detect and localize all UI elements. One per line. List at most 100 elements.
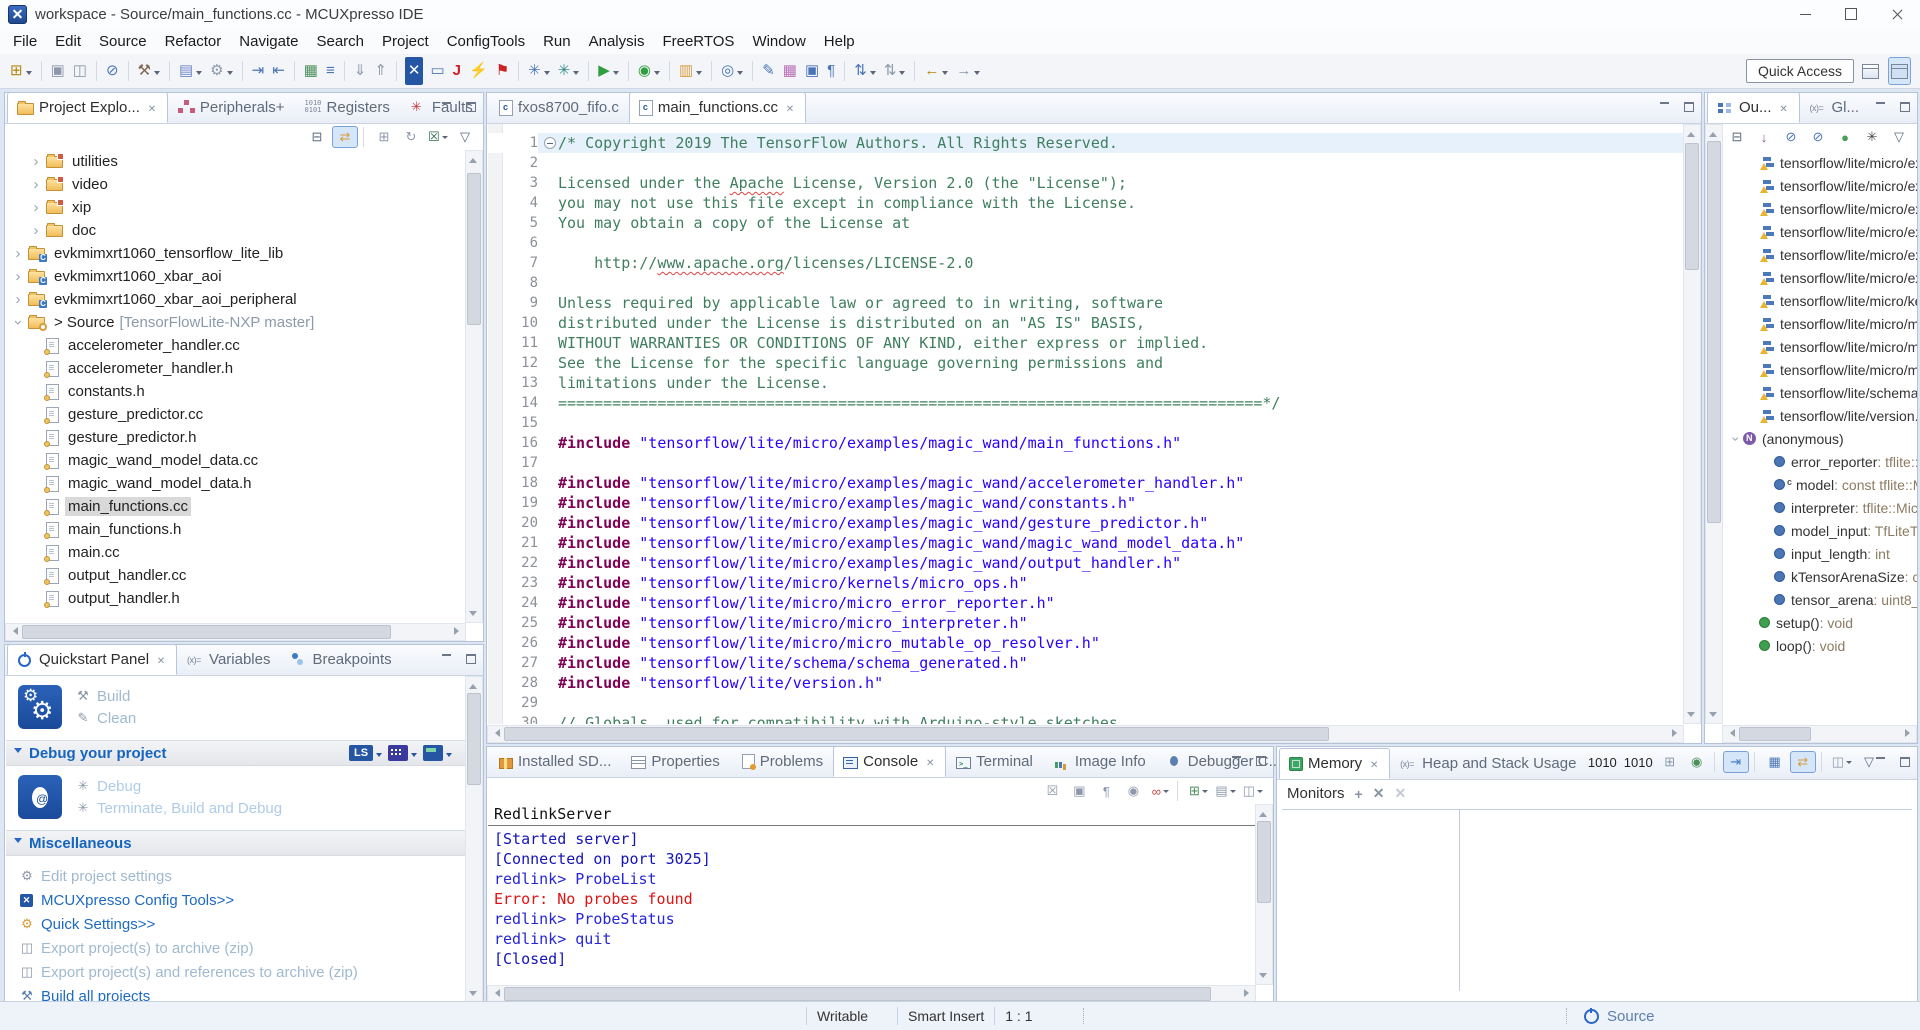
code-line[interactable]: 4you may not use this file except in com…: [488, 193, 1684, 213]
maximize-button[interactable]: [1828, 0, 1874, 28]
project-tree[interactable]: utilitiesvideoxipdocevkmimxrt1060_tensor…: [6, 150, 466, 623]
chevron-down-icon[interactable]: [411, 753, 417, 760]
code-line[interactable]: 23#include "tensorflow/lite/micro/kernel…: [488, 573, 1684, 593]
export-memory-icon[interactable]: 1010: [1586, 752, 1619, 772]
menu-run[interactable]: Run: [534, 30, 580, 53]
menu-analysis[interactable]: Analysis: [580, 30, 654, 53]
insert-mode-status[interactable]: Smart Insert: [908, 1008, 984, 1024]
outline-item-tensorflow-lite-micro-examples-magic-wand-constants-h[interactable]: tensorflow/lite/micro/examples/magic_wan…: [1723, 197, 1917, 220]
link-clean[interactable]: ✎Clean: [74, 710, 136, 727]
hide-non-public-icon[interactable]: ●: [1833, 127, 1857, 147]
scroll-right-icon[interactable]: [1669, 726, 1683, 740]
quickstart-tab-quickstart-panel[interactable]: Quickstart Panel: [7, 644, 177, 675]
probe-badge-grid[interactable]: [388, 745, 408, 761]
project-tree-hscrollbar[interactable]: [5, 623, 466, 641]
tree-item-utilities[interactable]: utilities: [6, 150, 466, 173]
misc-section-header[interactable]: Miscellaneous: [6, 830, 466, 856]
debug-section-header[interactable]: Debug your project LS: [6, 740, 466, 766]
scroll-down-icon[interactable]: [1684, 709, 1698, 723]
code-line[interactable]: 17: [488, 453, 1684, 473]
new-rendering-icon[interactable]: ▦: [1763, 752, 1787, 772]
console-tab-installed-sd[interactable]: Installed SD...: [489, 746, 621, 777]
project-tree-vscrollbar[interactable]: [465, 150, 483, 623]
analysis-icon[interactable]: ✳: [555, 57, 583, 85]
maximize-view-icon[interactable]: [1683, 101, 1695, 112]
open-perspective-icon[interactable]: [1859, 57, 1882, 85]
maximize-view-icon[interactable]: [1255, 755, 1267, 766]
link-build-all-projects[interactable]: ⚒Build all projects: [18, 984, 466, 1002]
refresh-view-icon[interactable]: ↻: [399, 127, 423, 147]
outline-item-model-input[interactable]: model_input : TfLiteTensor*: [1723, 519, 1917, 542]
sort-icon[interactable]: ↓: [1752, 127, 1776, 147]
next-annotation-icon[interactable]: ⇅: [851, 57, 879, 85]
editor-tab-main-functions-cc[interactable]: main_functions.cc: [629, 92, 806, 123]
chevron-down-icon[interactable]: [446, 753, 452, 760]
code-line[interactable]: 16#include "tensorflow/lite/micro/exampl…: [488, 433, 1684, 453]
code-line[interactable]: 7 http://www.apache.org/licenses/LICENSE…: [488, 253, 1684, 273]
link-with-editor-icon[interactable]: ⇄: [332, 126, 358, 148]
fold-icon[interactable]: [542, 133, 558, 153]
tree-item-accelerometer-handler-h[interactable]: accelerometer_handler.h: [6, 357, 466, 380]
close-icon[interactable]: [924, 753, 936, 770]
code-line[interactable]: 19#include "tensorflow/lite/micro/exampl…: [488, 493, 1684, 513]
console-output[interactable]: [Started server][Connected on port 3025]…: [487, 826, 1273, 969]
close-icon[interactable]: [155, 651, 167, 668]
scroll-right-icon[interactable]: [451, 624, 465, 638]
probe-badge-ls[interactable]: LS: [349, 745, 373, 761]
scroll-down-icon[interactable]: [1706, 709, 1720, 723]
chevron-icon[interactable]: [10, 242, 26, 265]
outline-item-setup[interactable]: setup() : void: [1723, 611, 1917, 634]
code-line[interactable]: 2: [488, 153, 1684, 173]
outline-item-tensorflow-lite-schema-schema-generated-h[interactable]: tensorflow/lite/schema/schema_generated.…: [1723, 381, 1917, 404]
quickstart-vscrollbar[interactable]: [465, 676, 483, 1003]
new-memory-tab-icon[interactable]: ⊞: [1658, 752, 1682, 772]
close-icon[interactable]: [1778, 99, 1790, 116]
code-line[interactable]: 24#include "tensorflow/lite/micro/micro_…: [488, 593, 1684, 613]
erase-flash-icon[interactable]: ⚑: [493, 57, 512, 85]
scroll-left-icon[interactable]: [488, 986, 502, 1000]
outline-item-tensorflow-lite-micro-examples-magic-wand-output-handler-h[interactable]: tensorflow/lite/micro/examples/magic_wan…: [1723, 266, 1917, 289]
console-vscrollbar[interactable]: [1255, 804, 1273, 985]
quickstart-tab-variables[interactable]: Variables: [177, 644, 280, 675]
menu-configtools[interactable]: ConfigTools: [438, 30, 534, 53]
menu-project[interactable]: Project: [373, 30, 438, 53]
scroll-right-icon[interactable]: [1902, 726, 1916, 740]
editor-hscrollbar[interactable]: [487, 725, 1684, 743]
code-line[interactable]: 1/* Copyright 2019 The TensorFlow Author…: [488, 133, 1684, 153]
tree-item-gesture-predictor-cc[interactable]: gesture_predictor.cc: [6, 403, 466, 426]
scroll-lock-icon[interactable]: ▣: [1067, 781, 1091, 801]
explorer-tab-project-explo[interactable]: Project Explo...: [7, 92, 168, 123]
code-line[interactable]: 18#include "tensorflow/lite/micro/exampl…: [488, 473, 1684, 493]
tree-item-xip[interactable]: xip: [6, 196, 466, 219]
outline-item-tensor-arena[interactable]: tensor_arena : uint8_t[kTensorArenaSize]: [1723, 588, 1917, 611]
menu-freertos[interactable]: FreeRTOS: [653, 30, 743, 53]
code-line[interactable]: 27#include "tensorflow/lite/schema/schem…: [488, 653, 1684, 673]
previous-annotation-icon[interactable]: ⇅: [881, 57, 909, 85]
memory-tab-memory[interactable]: Memory: [1279, 748, 1390, 779]
collapse-all-icon[interactable]: ⊟: [1725, 127, 1749, 147]
editor-vscrollbar[interactable]: [1683, 124, 1701, 724]
outline-item-tensorflow-lite-micro-micro-interpreter-h[interactable]: tensorflow/lite/micro/micro_interpreter.…: [1723, 335, 1917, 358]
outline-item-interpreter[interactable]: interpreter : tflite::MicroInterpreter*: [1723, 496, 1917, 519]
chevron-icon[interactable]: [10, 311, 26, 334]
console-tab-debugger-c[interactable]: Debugger C...: [1156, 746, 1291, 777]
forward-icon[interactable]: →: [953, 57, 983, 85]
save-icon[interactable]: ▣: [48, 57, 68, 85]
scroll-left-icon[interactable]: [6, 624, 20, 638]
tree-item-accelerometer-handler-cc[interactable]: accelerometer_handler.cc: [6, 334, 466, 357]
qemu-icon[interactable]: ◉: [635, 57, 663, 85]
outline-hscrollbar[interactable]: [1722, 725, 1917, 743]
tree-item-source[interactable]: > Source[TensorFlowLite-NXP master]: [6, 311, 466, 334]
outline-item-tensorflow-lite-micro-examples-magic-wand-gesture-predictor-h[interactable]: tensorflow/lite/micro/examples/magic_wan…: [1723, 220, 1917, 243]
tree-item-doc[interactable]: doc: [6, 219, 466, 242]
minimize-view-icon[interactable]: [1875, 756, 1887, 767]
scroll-right-icon[interactable]: [1241, 986, 1255, 1000]
minimize-view-icon[interactable]: [441, 101, 453, 112]
pin-memory-icon[interactable]: ◉: [1685, 752, 1709, 772]
import-icon[interactable]: ⇓: [351, 57, 370, 85]
mark-occurrences-icon[interactable]: ✎: [759, 57, 778, 85]
maximize-view-icon[interactable]: [1899, 756, 1911, 767]
tree-item-evkmimxrt1060-tensorflow-lite-lib[interactable]: evkmimxrt1060_tensorflow_lite_lib: [6, 242, 466, 265]
remove-monitor-icon[interactable]: ✕: [1373, 785, 1385, 802]
new-file-icon[interactable]: ▤: [176, 57, 205, 85]
